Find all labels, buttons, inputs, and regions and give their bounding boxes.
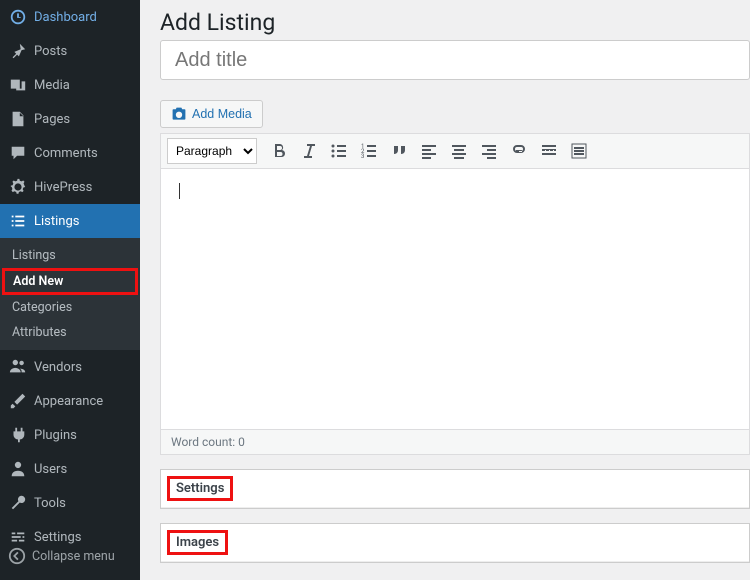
align-left-button[interactable] (415, 137, 443, 165)
sidebar-item-label: Dashboard (34, 10, 97, 25)
sidebar-item-label: Users (34, 462, 67, 477)
sidebar-item-label: HivePress (34, 180, 92, 195)
sidebar-item-hivepress[interactable]: HivePress (0, 170, 140, 204)
images-metabox[interactable]: Images (160, 523, 750, 563)
images-heading: Images (167, 530, 228, 555)
title-input[interactable] (160, 40, 750, 80)
collapse-icon (8, 547, 26, 565)
page-icon (8, 109, 28, 129)
sidebar-item-label: Pages (34, 112, 70, 127)
sidebar-item-users[interactable]: Users (0, 452, 140, 486)
gear-icon (8, 177, 28, 197)
page-title: Add Listing (160, 0, 750, 40)
sidebar-item-dashboard[interactable]: Dashboard (0, 0, 140, 34)
submenu-item-add-new[interactable]: Add New (2, 268, 138, 295)
collapse-menu[interactable]: Collapse menu (0, 540, 140, 572)
submenu-item-categories[interactable]: Categories (0, 295, 140, 320)
italic-button[interactable] (295, 137, 323, 165)
sidebar-item-label: Comments (34, 146, 98, 161)
toolbar-toggle-button[interactable] (565, 137, 593, 165)
bold-button[interactable] (265, 137, 293, 165)
pin-icon (8, 41, 28, 61)
wrench-icon (8, 493, 28, 513)
sidebar-item-pages[interactable]: Pages (0, 102, 140, 136)
sidebar-item-label: Plugins (34, 428, 77, 443)
sidebar-item-vendors[interactable]: Vendors (0, 350, 140, 384)
editor-content[interactable] (161, 169, 749, 429)
format-select[interactable]: Paragraph (167, 138, 257, 164)
sidebar-item-plugins[interactable]: Plugins (0, 418, 140, 452)
text-cursor (179, 183, 180, 199)
add-media-label: Add Media (192, 107, 252, 121)
media-icon (8, 75, 28, 95)
read-more-button[interactable] (535, 137, 563, 165)
svg-text:3: 3 (361, 153, 364, 160)
list-icon (8, 211, 28, 231)
sidebar-item-label: Posts (34, 44, 67, 59)
add-media-button[interactable]: Add Media (160, 100, 263, 128)
editor-wrap: Paragraph 123 Word count: 0 (160, 133, 750, 455)
main-content: Add Listing Add Media Paragraph 123 (140, 0, 750, 580)
camera-icon (171, 106, 187, 122)
sidebar-item-label: Vendors (34, 360, 82, 375)
quote-button[interactable] (385, 137, 413, 165)
align-center-button[interactable] (445, 137, 473, 165)
dashboard-icon (8, 7, 28, 27)
editor-status-bar: Word count: 0 (161, 429, 749, 454)
sidebar-item-label: Tools (34, 496, 66, 511)
user-icon (8, 459, 28, 479)
editor-toolbar: Paragraph 123 (161, 134, 749, 169)
sidebar-item-label: Media (34, 78, 70, 93)
listings-submenu: Listings Add New Categories Attributes (0, 238, 140, 350)
sidebar-item-label: Listings (34, 214, 79, 229)
admin-sidebar: Dashboard Posts Media Pages Comments Hiv… (0, 0, 140, 580)
sidebar-item-media[interactable]: Media (0, 68, 140, 102)
comment-icon (8, 143, 28, 163)
align-right-button[interactable] (475, 137, 503, 165)
ol-button[interactable]: 123 (355, 137, 383, 165)
ul-button[interactable] (325, 137, 353, 165)
collapse-label: Collapse menu (32, 549, 115, 564)
sidebar-item-label: Appearance (34, 394, 103, 409)
submenu-item-listings[interactable]: Listings (0, 243, 140, 268)
users-icon (8, 357, 28, 377)
sidebar-item-listings[interactable]: Listings (0, 204, 140, 238)
link-button[interactable] (505, 137, 533, 165)
submenu-item-attributes[interactable]: Attributes (0, 320, 140, 345)
settings-metabox[interactable]: Settings (160, 469, 750, 509)
word-count: Word count: 0 (171, 435, 245, 449)
brush-icon (8, 391, 28, 411)
sidebar-item-posts[interactable]: Posts (0, 34, 140, 68)
sidebar-item-tools[interactable]: Tools (0, 486, 140, 520)
settings-heading: Settings (167, 476, 233, 501)
sidebar-item-comments[interactable]: Comments (0, 136, 140, 170)
plug-icon (8, 425, 28, 445)
sidebar-item-appearance[interactable]: Appearance (0, 384, 140, 418)
